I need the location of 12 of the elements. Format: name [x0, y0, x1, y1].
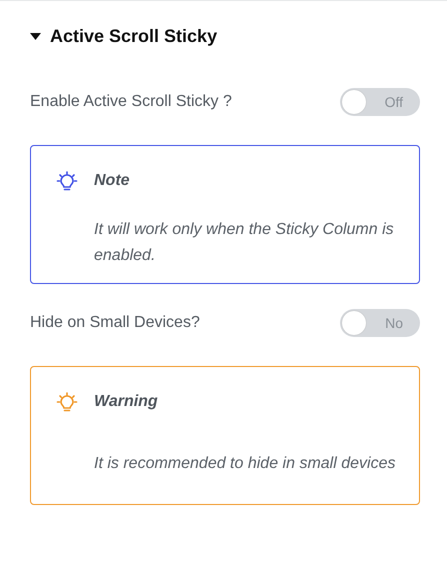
notice-title: Warning: [94, 392, 159, 412]
toggle-switch[interactable]: No: [340, 309, 420, 337]
lightbulb-icon: [56, 171, 78, 193]
notice-text: It is recommended to hide in small devices: [94, 454, 396, 474]
section-title[interactable]: Active Scroll Sticky: [50, 26, 218, 46]
setting-label: Hide on Small Devices?: [30, 314, 200, 332]
caret-icon[interactable]: [30, 32, 41, 40]
toggle-switch[interactable]: Off: [340, 88, 420, 116]
notice-title: Note: [94, 171, 131, 191]
lightbulb-icon: [56, 392, 78, 414]
setting-label: Enable Active Scroll Sticky ?: [30, 93, 232, 111]
notice-text: It will work only when the Sticky Column is enabled.: [94, 220, 395, 266]
